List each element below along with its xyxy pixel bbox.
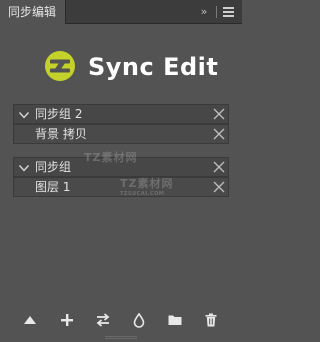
add-icon[interactable] [59,312,75,328]
drop-icon[interactable] [131,312,147,328]
watermark: TZ素材网 TZSUCAI.COM [120,175,173,197]
watermark: TZ素材网 [84,149,137,165]
hamburger-icon[interactable] [223,7,235,17]
bottom-toolbar [0,306,242,334]
folder-icon[interactable] [167,312,183,328]
trash-icon[interactable] [203,312,219,328]
watermark-title: TZ素材网 [120,177,174,190]
tab-sync-edit[interactable]: 同步编辑 [0,0,66,25]
sync-edit-panel: 同步编辑 » Sync Edit 同步组 2 背景 拷贝 同步组 图层 1 TZ… [0,0,242,342]
chevron-down-icon[interactable] [18,162,30,174]
sync-layer-label: 图层 1 [35,180,71,194]
watermark-url: TZSUCAI.COM [120,191,165,197]
close-icon[interactable] [213,128,225,140]
move-up-icon[interactable] [22,312,38,328]
panel-tabbar: 同步编辑 » [0,0,242,25]
close-icon[interactable] [213,108,225,120]
swap-icon[interactable] [95,312,111,328]
watermark-title: TZ素材网 [84,151,138,164]
sync-group-label: 同步组 [35,160,72,174]
sync-group-header[interactable]: 同步组 2 [13,104,229,124]
sync-layer-item[interactable]: 背景 拷贝 [13,124,229,144]
tab-label: 同步编辑 [8,5,57,19]
sync-group-label: 同步组 2 [35,107,83,121]
tabbar-divider [216,6,217,18]
sync-layer-label: 背景 拷贝 [35,127,87,141]
sync-edit-logo-icon [45,51,75,81]
chevron-down-icon[interactable] [18,109,30,121]
close-icon[interactable] [213,161,225,173]
logo-text: Sync Edit [88,53,219,81]
resize-grip[interactable] [105,336,137,339]
close-icon[interactable] [213,181,225,193]
collapse-panel-button[interactable]: » [196,6,212,18]
